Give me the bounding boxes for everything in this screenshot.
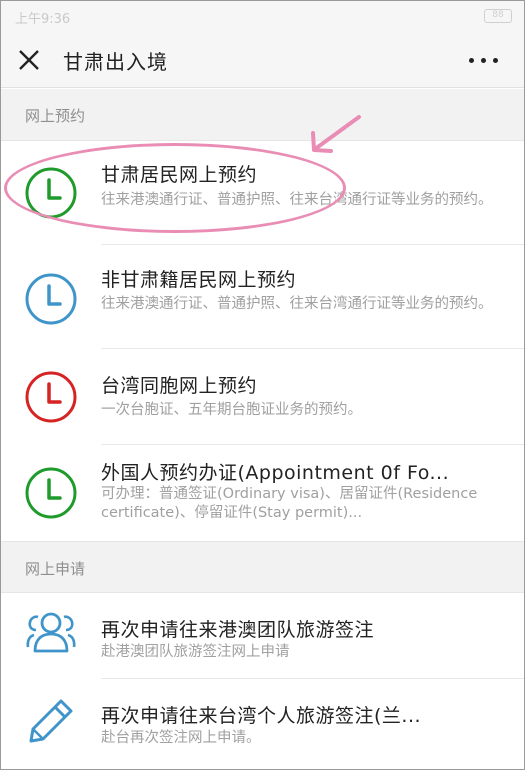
status-bar: 上午9:36 88 <box>1 1 524 31</box>
item-description: 往来港澳通行证、普通护照、往来台湾通行证等业务的预约。 <box>101 296 493 312</box>
page-title: 甘肃出入境 <box>63 50 168 74</box>
clock-icon <box>25 371 77 423</box>
status-time: 上午9:36 <box>15 12 71 27</box>
section-header-booking: 网上预约 <box>1 89 524 141</box>
list-item-gansu-resident[interactable]: 甘肃居民网上预约 往来港澳通行证、普通护照、往来台湾通行证等业务的预约。 <box>1 141 524 245</box>
clock-icon <box>25 273 77 325</box>
list-item-non-gansu-resident[interactable]: 非甘肃籍居民网上预约 往来港澳通行证、普通护照、往来台湾通行证等业务的预约。 <box>1 245 524 349</box>
item-description: 赴港澳团队旅游签注网上申请 <box>101 644 290 660</box>
item-description: 赴台再次签注网上申请。 <box>101 730 261 746</box>
section-title: 网上申请 <box>25 560 86 578</box>
list-item-foreigner[interactable]: 外国人预约办证(Appointment 0f Fo... 可办理：普通签证(Or… <box>1 445 524 541</box>
item-title: 外国人预约办证(Appointment 0f Fo... <box>101 462 450 484</box>
group-icon <box>26 612 76 653</box>
item-title: 非甘肃籍居民网上预约 <box>101 269 297 291</box>
section-header-apply: 网上申请 <box>1 541 524 593</box>
item-title: 台湾同胞网上预约 <box>101 375 258 397</box>
list-item-taiwan-individual-tour[interactable]: 再次申请往来台湾个人旅游签注(兰... 赴台再次签注网上申请。 <box>1 679 524 769</box>
close-icon[interactable] <box>16 47 42 73</box>
section-title: 网上预约 <box>25 107 86 125</box>
item-description: 可办理：普通签证(Ordinary visa)、居留证件(Residence c… <box>101 486 478 521</box>
pointer-arrow-icon <box>311 115 361 153</box>
item-title: 甘肃居民网上预约 <box>101 164 258 186</box>
list-item-taiwan-compatriot[interactable]: 台湾同胞网上预约 一次台胞证、五年期台胞证业务的预约。 <box>1 349 524 445</box>
list-item-hk-macau-group-tour[interactable]: 再次申请往来港澳团队旅游签注 赴港澳团队旅游签注网上申请 <box>1 593 524 679</box>
item-description: 一次台胞证、五年期台胞证业务的预约。 <box>101 402 362 418</box>
item-description: 往来港澳通行证、普通护照、往来台湾通行证等业务的预约。 <box>101 192 493 208</box>
pencil-icon <box>29 699 73 743</box>
clock-icon <box>25 167 77 219</box>
item-title: 再次申请往来台湾个人旅游签注(兰... <box>101 705 422 727</box>
item-title: 再次申请往来港澳团队旅游签注 <box>101 619 375 641</box>
nav-bar: 甘肃出入境 <box>1 31 524 88</box>
clock-icon <box>25 467 77 519</box>
battery-icon: 88 <box>484 9 512 23</box>
app-screen: 上午9:36 88 甘肃出入境 网上预约 甘肃居民网上预约 往来港澳通行证、普通… <box>0 0 525 770</box>
more-menu-icon[interactable] <box>469 58 498 63</box>
